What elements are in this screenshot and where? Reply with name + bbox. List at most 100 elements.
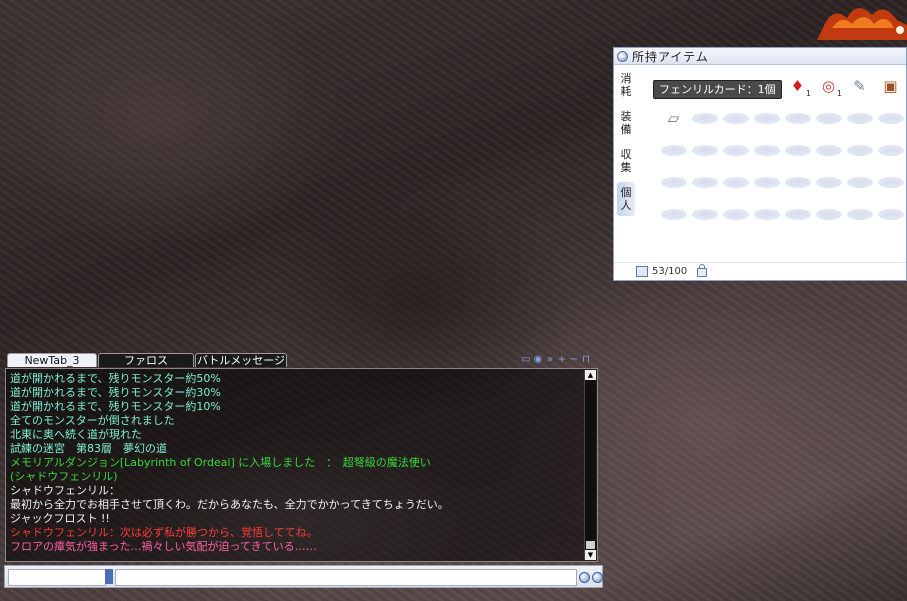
empty-slot-icon <box>660 176 687 188</box>
chat-log[interactable]: 道が開かれるまで、残りモンスター約50% 道が開かれるまで、残りモンスター約30%… <box>5 368 598 562</box>
chat-message: 道が開かれるまで、残りモンスター約10% <box>10 400 221 413</box>
inventory-slot-empty[interactable] <box>689 198 720 230</box>
inventory-slot-empty[interactable] <box>689 166 720 198</box>
input-separator[interactable] <box>105 569 113 584</box>
scroll-up-icon[interactable]: ▲ <box>585 370 596 380</box>
chat-send-icon[interactable] <box>592 572 603 583</box>
tab-battle-message[interactable]: バトルメッセージ <box>195 353 287 367</box>
tab-newtab-3[interactable]: NewTab_3 <box>7 353 97 367</box>
expand-icon[interactable]: » <box>545 355 555 365</box>
tab-personal[interactable]: 個人 <box>617 182 635 216</box>
empty-slot-icon <box>722 208 749 220</box>
tab-collection[interactable]: 収集 <box>617 144 635 178</box>
inventory-slot-empty[interactable] <box>751 102 782 134</box>
inventory-slot-empty[interactable] <box>720 102 751 134</box>
empty-slot-icon <box>877 176 904 188</box>
empty-slot-icon <box>753 144 780 156</box>
whisper-target-input[interactable] <box>8 569 106 586</box>
tab-faros[interactable]: ファロス <box>98 353 194 367</box>
chat-option-icon[interactable] <box>579 572 590 583</box>
empty-slot-icon <box>753 176 780 188</box>
empty-slot-icon <box>784 208 811 220</box>
inventory-slot-empty[interactable] <box>844 198 875 230</box>
empty-slot-icon <box>815 208 842 220</box>
inventory-slot-empty[interactable] <box>658 198 689 230</box>
inventory-capacity: 53/100 <box>652 266 688 277</box>
inventory-slot-empty[interactable] <box>875 134 906 166</box>
inventory-slot-empty[interactable] <box>782 166 813 198</box>
empty-slot-icon <box>722 144 749 156</box>
inventory-slot-empty[interactable] <box>813 102 844 134</box>
chat-message: 北東に奥へ続く道が現れた <box>10 428 142 441</box>
chat-message: シャドウフェンリル： <box>10 484 120 497</box>
inventory-slot-filled[interactable]: ✎ <box>844 70 875 102</box>
item-tooltip: フェンリルカード：1個 <box>653 80 782 99</box>
empty-slot-icon <box>691 208 718 220</box>
chat-message-input[interactable] <box>115 569 577 586</box>
inventory-slot-filled[interactable]: ▱ <box>658 102 689 134</box>
settings-icon[interactable]: ◉ <box>533 355 543 365</box>
tab-consumable[interactable]: 消耗 <box>617 68 635 102</box>
inventory-slot-empty[interactable] <box>720 134 751 166</box>
empty-slot-icon <box>815 176 842 188</box>
inventory-slot-empty[interactable] <box>813 134 844 166</box>
chat-message: (シャドウフェンリル) <box>10 470 118 483</box>
empty-slot-icon <box>846 176 873 188</box>
inventory-slot-empty[interactable] <box>875 198 906 230</box>
chat-lines: 道が開かれるまで、残りモンスター約50% 道が開かれるまで、残りモンスター約30%… <box>10 372 581 554</box>
empty-slot-icon <box>877 144 904 156</box>
keyboard-icon[interactable]: ▭ <box>521 355 531 365</box>
inventory-slot-empty[interactable] <box>875 102 906 134</box>
inventory-slot-empty[interactable] <box>875 166 906 198</box>
inventory-slot-empty[interactable] <box>720 198 751 230</box>
empty-slot-icon <box>815 112 842 124</box>
inventory-slot-empty[interactable] <box>751 134 782 166</box>
inventory-slot-empty[interactable] <box>782 198 813 230</box>
inventory-slot-empty[interactable] <box>813 166 844 198</box>
plus-icon[interactable]: + <box>557 355 567 365</box>
inventory-slot-empty[interactable] <box>658 134 689 166</box>
inventory-slot-empty[interactable] <box>720 166 751 198</box>
minus-icon[interactable]: − <box>569 355 579 365</box>
scroll-down-icon[interactable]: ▼ <box>585 550 596 560</box>
empty-slot-icon <box>691 176 718 188</box>
chat-message: 最初から全力でお相手させて頂くわ。だからあなたも、全力でかかってきてちょうだい。 <box>10 498 449 511</box>
potion-icon: ♦ <box>790 76 805 95</box>
book-icon[interactable] <box>636 266 648 277</box>
chat-controls: ▭ ◉ » + − ⊓ <box>521 355 591 365</box>
empty-slot-icon <box>660 208 687 220</box>
inventory-slot-filled[interactable]: ◎ 1 <box>813 70 844 102</box>
empty-slot-icon <box>784 176 811 188</box>
empty-slot-icon <box>877 112 904 124</box>
inventory-title-bar[interactable]: 所持アイテム <box>614 48 906 65</box>
inventory-slot-empty[interactable] <box>782 102 813 134</box>
inventory-slot-filled[interactable]: ♦ 1 <box>782 70 813 102</box>
chat-message: シャドウフェンリル：次は必ず私が勝つから、覚悟しててね。 <box>10 526 318 539</box>
empty-slot-icon <box>846 208 873 220</box>
inventory-slot-empty[interactable] <box>844 166 875 198</box>
empty-slot-icon <box>877 208 904 220</box>
minimize-icon[interactable] <box>617 50 628 62</box>
chat-tabs: NewTab_3 ファロス バトルメッセージ <box>7 353 288 368</box>
inventory-slot-empty[interactable] <box>658 166 689 198</box>
inventory-slot-empty[interactable] <box>751 198 782 230</box>
chat-scrollbar[interactable]: ▲ ▼ <box>584 370 596 560</box>
inventory-slot-empty[interactable] <box>782 134 813 166</box>
chest-icon: ▣ <box>883 76 898 95</box>
item-quantity: 1 <box>836 89 842 98</box>
inventory-slot-empty[interactable] <box>844 134 875 166</box>
inventory-slot-empty[interactable] <box>689 102 720 134</box>
monster-sprite[interactable] <box>812 0 907 40</box>
empty-slot-icon <box>846 112 873 124</box>
inventory-slot-empty[interactable] <box>689 134 720 166</box>
lock-icon[interactable] <box>697 264 708 277</box>
empty-slot-icon <box>722 112 749 124</box>
tab-equipment[interactable]: 装備 <box>617 106 635 140</box>
inventory-slot-empty[interactable] <box>844 102 875 134</box>
empty-slot-icon <box>660 144 687 156</box>
lock-toggle-icon[interactable]: ⊓ <box>581 355 591 365</box>
inventory-slot-empty[interactable] <box>751 166 782 198</box>
scroll-thumb[interactable] <box>586 541 595 549</box>
inventory-slot-filled[interactable]: ▣ <box>875 70 906 102</box>
inventory-slot-empty[interactable] <box>813 198 844 230</box>
